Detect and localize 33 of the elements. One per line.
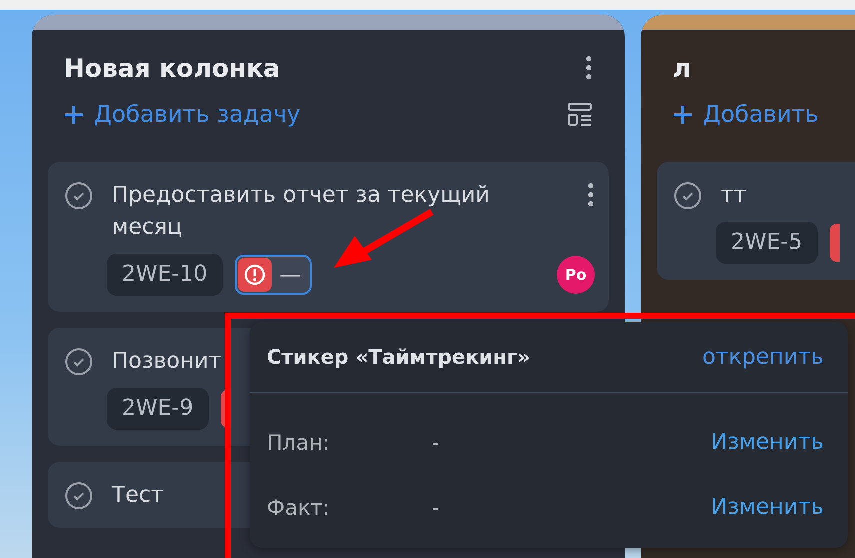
- timetracking-sticker[interactable]: —: [234, 255, 312, 295]
- task-id-label: 2WE-10: [107, 254, 223, 296]
- task-title[interactable]: тт: [721, 180, 747, 212]
- assignee-avatar[interactable]: Po: [557, 256, 595, 294]
- field-label: Факт:: [267, 496, 331, 520]
- task-title[interactable]: Тест: [112, 480, 164, 512]
- check-circle-icon[interactable]: [65, 182, 93, 210]
- change-link[interactable]: Изменить: [711, 495, 824, 520]
- check-circle-icon[interactable]: [674, 182, 702, 210]
- add-task-button[interactable]: Добавить задачу: [64, 102, 301, 128]
- board-view-icon[interactable]: [567, 102, 593, 128]
- more-menu-icon[interactable]: [585, 55, 593, 81]
- change-link[interactable]: Изменить: [711, 430, 824, 455]
- add-task-button[interactable]: Добавить: [673, 102, 819, 128]
- check-circle-icon[interactable]: [65, 348, 93, 376]
- task-title[interactable]: Предоставить отчет за текущий месяц: [112, 180, 549, 244]
- column-title: Новая колонка: [64, 54, 280, 82]
- plus-icon: [673, 105, 693, 125]
- alert-icon: [244, 264, 266, 286]
- task-id-label: 2WE-5: [716, 222, 818, 264]
- task-id-label: 2WE-9: [107, 388, 209, 430]
- column-title: л: [673, 54, 692, 82]
- field-value: -: [432, 430, 441, 454]
- sticker-edge[interactable]: [830, 224, 840, 262]
- task-title[interactable]: Позвонит: [112, 346, 222, 378]
- popup-title: Стикер «Таймтрекинг»: [267, 345, 530, 369]
- more-menu-icon[interactable]: [587, 182, 595, 208]
- plus-icon: [64, 105, 84, 125]
- field-value: -: [432, 496, 441, 520]
- field-label: План:: [267, 430, 331, 454]
- unpin-link[interactable]: открепить: [702, 344, 824, 370]
- sticker-value: —: [280, 262, 302, 288]
- check-circle-icon[interactable]: [65, 482, 93, 510]
